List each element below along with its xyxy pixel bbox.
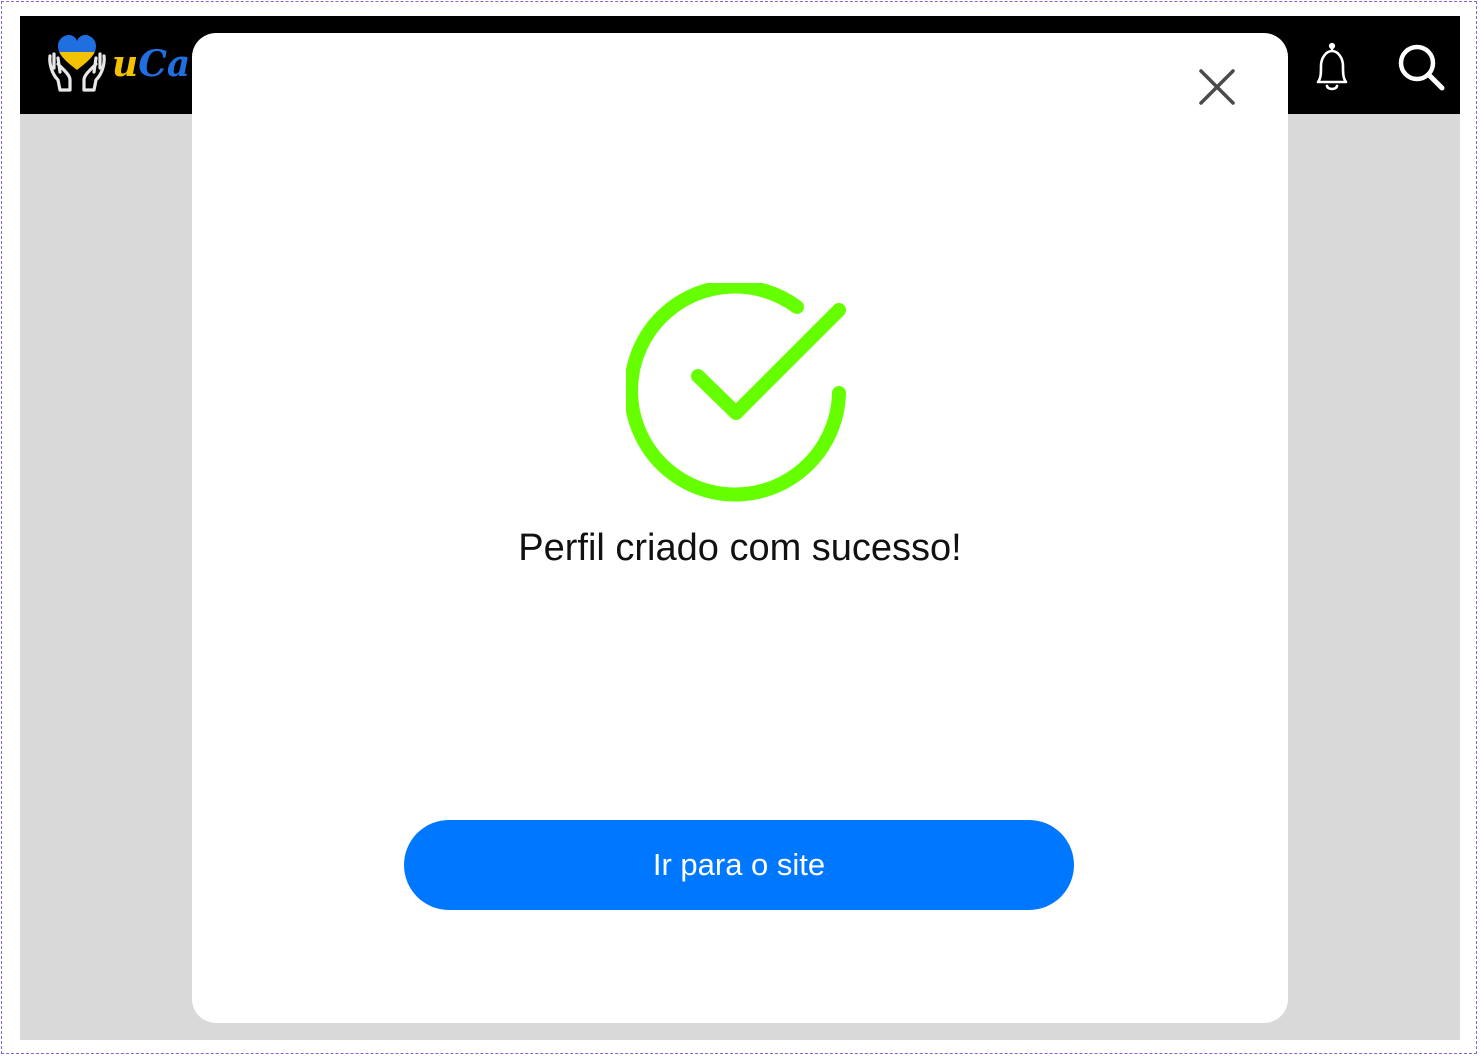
app-window: uCar Perfil criado com sucesso! Ir para …: [20, 16, 1460, 1040]
site-logo[interactable]: uCar: [46, 34, 209, 94]
close-icon[interactable]: [1196, 66, 1238, 108]
go-to-site-button[interactable]: Ir para o site: [404, 820, 1074, 910]
heart-hands-logo-icon: [48, 35, 106, 92]
success-message: Perfil criado com sucesso!: [518, 527, 962, 569]
search-icon[interactable]: [1396, 42, 1446, 92]
check-circle-icon: [626, 283, 846, 502]
logo-wordmark-prefix: u: [112, 43, 139, 85]
bell-icon[interactable]: [1310, 42, 1354, 92]
success-modal: Perfil criado com sucesso! Ir para o sit…: [192, 33, 1288, 1023]
